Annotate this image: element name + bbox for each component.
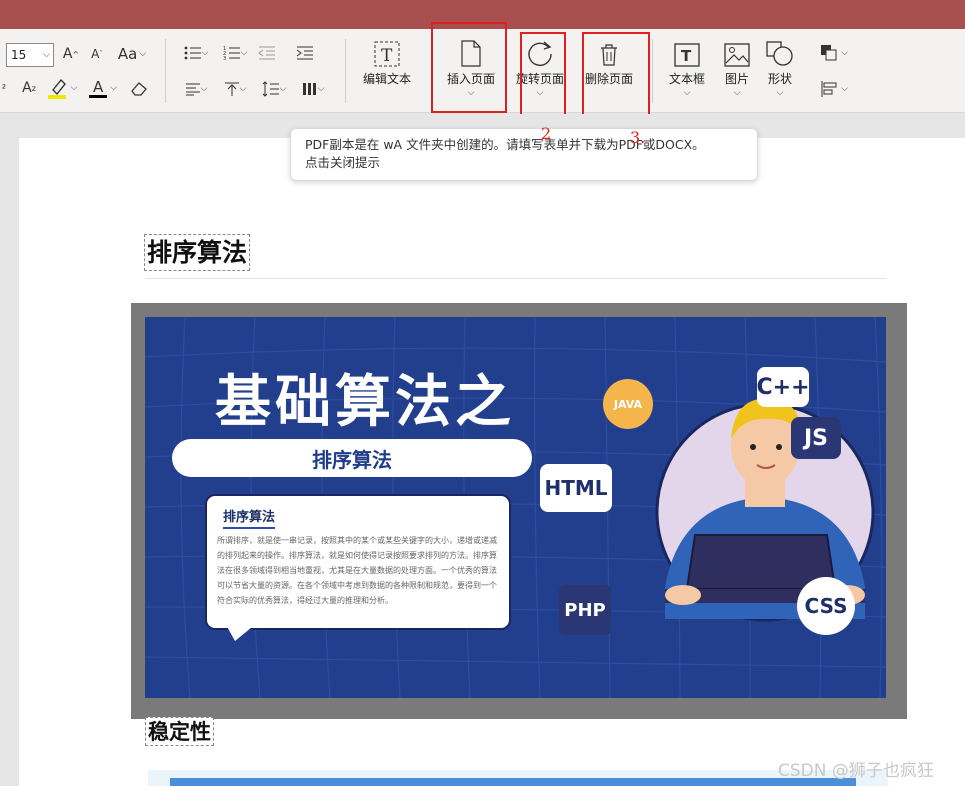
php-label: PHP — [564, 599, 606, 621]
font-color-button[interactable]: A ⌵ — [86, 75, 120, 101]
csdn-watermark: CSDN @狮子也疯狂 — [778, 761, 934, 781]
highlighter-icon — [47, 78, 66, 99]
align-top-icon — [224, 82, 239, 96]
annotation-number-3: 3. — [630, 128, 646, 147]
tooltip-close-hint[interactable]: 点击关闭提示 — [305, 154, 743, 172]
grow-font-label: A — [62, 46, 73, 62]
tooltip-text: PDF副本是在 wA 文件夹中创建的。请填写表单并下载为PDF或DOCX。 — [305, 137, 705, 152]
banner-subtitle: 排序算法 — [312, 447, 392, 472]
banner-image[interactable]: 基础算法之 排序算法 排序算法 所谓排序，就是使一串记录，按照其中的某个或某些关… — [145, 317, 886, 698]
decrease-indent-button[interactable] — [256, 41, 278, 65]
heading-stability[interactable]: 稳定性 — [145, 717, 214, 746]
align-left-icon — [185, 83, 200, 96]
edit-text-icon: T — [374, 41, 400, 67]
html-bubble: HTML — [540, 464, 612, 512]
shrink-font-label: A — [91, 47, 100, 61]
chevron-down-icon: ⌵ — [43, 50, 50, 60]
increase-indent-icon — [296, 46, 313, 60]
card-title: 排序算法 — [223, 506, 276, 529]
annotation-number-2: 2 — [541, 124, 552, 143]
svg-text:3: 3 — [223, 56, 226, 61]
edit-text-label: 编辑文本 — [362, 72, 411, 86]
css-label: CSS — [804, 594, 848, 618]
banner-title: 基础算法之 — [215, 370, 515, 435]
java-bubble: JAVA — [603, 379, 653, 429]
cpp-label: C++ — [756, 374, 810, 400]
edit-text-button[interactable]: T 编辑文本 — [352, 37, 422, 107]
numbered-list-button[interactable]: 1 2 3 ⌵ — [217, 41, 253, 65]
heading-divider — [146, 278, 886, 279]
shrink-font-button[interactable]: Aˇ — [88, 43, 106, 65]
card-body: 所谓排序，就是使一串记录，按照其中的某个或某些关键字的大小，递增或递减的排列起来… — [217, 536, 497, 605]
highlight-button[interactable]: ⌵ — [45, 75, 79, 101]
increase-indent-button[interactable] — [294, 41, 316, 65]
line-spacing-icon — [262, 81, 279, 97]
php-bubble: PHP — [559, 585, 611, 635]
annotation-box-2 — [520, 32, 566, 120]
svg-text:T: T — [681, 47, 692, 65]
font-color-swatch — [89, 94, 108, 98]
java-label: JAVA — [613, 397, 643, 411]
columns-button[interactable]: ⌵ — [295, 77, 331, 101]
banner-description-card: 排序算法 所谓排序，就是使一串记录，按照其中的某个或某些关键字的大小，递增或递减… — [205, 494, 511, 630]
change-case-button[interactable]: Aa ⌵ — [114, 43, 150, 65]
left-edge-text: ² — [1, 81, 7, 95]
align-objects-icon — [821, 81, 837, 97]
grow-font-button[interactable]: A ^ — [61, 43, 81, 65]
left-edge-fragment: ² — [0, 77, 8, 99]
align-objects-button[interactable]: ⌵ — [814, 77, 854, 101]
eraser-button[interactable] — [128, 77, 150, 99]
textbox-icon: T — [674, 43, 700, 67]
shape-icon — [766, 41, 793, 66]
shape-button[interactable]: 形状 ⌵ — [745, 37, 815, 107]
numbered-list-icon: 1 2 3 — [223, 46, 240, 61]
bring-forward-icon — [821, 45, 837, 61]
chevron-down-icon: ⌵ — [683, 88, 691, 98]
align-button[interactable]: ⌵ — [178, 77, 214, 101]
chevron-down-icon: ⌵ — [776, 88, 784, 98]
subscript-label: A — [22, 80, 32, 96]
annotation-box-1 — [431, 22, 507, 113]
font-size-value: 15 — [11, 48, 27, 62]
next-image-preview — [148, 770, 888, 786]
banner-subtitle-pill: 排序算法 — [172, 439, 532, 477]
cpp-bubble: C++ — [756, 367, 810, 407]
eraser-icon — [131, 82, 147, 96]
arrange-button[interactable]: ⌵ — [814, 41, 854, 65]
card-tail — [225, 623, 257, 641]
line-spacing-button[interactable]: ⌵ — [256, 77, 292, 101]
change-case-label: Aa — [117, 45, 138, 63]
info-tooltip[interactable]: PDF副本是在 wA 文件夹中创建的。请填写表单并下载为PDF或DOCX。 点击… — [290, 128, 758, 181]
shape-label: 形状 — [767, 72, 792, 86]
js-bubble: JS — [791, 417, 841, 459]
textbox-label: 文本框 — [668, 72, 705, 86]
vertical-align-button[interactable]: ⌵ — [217, 77, 253, 101]
js-label: JS — [803, 425, 829, 451]
chevron-down-icon: ⌵ — [733, 88, 741, 98]
font-color-label: A — [92, 77, 104, 96]
bullet-list-button[interactable]: ⌵ — [178, 41, 214, 65]
subscript-button[interactable]: Az — [18, 77, 40, 99]
decrease-indent-icon — [258, 46, 275, 60]
bullet-list-icon — [184, 46, 201, 60]
heading-sorting-algorithms[interactable]: 排序算法 — [144, 234, 251, 271]
html-label: HTML — [544, 476, 608, 500]
columns-icon — [302, 83, 316, 95]
css-bubble: CSS — [797, 577, 855, 635]
svg-text:T: T — [381, 46, 393, 66]
font-size-select[interactable]: 15 ⌵ — [6, 43, 54, 67]
